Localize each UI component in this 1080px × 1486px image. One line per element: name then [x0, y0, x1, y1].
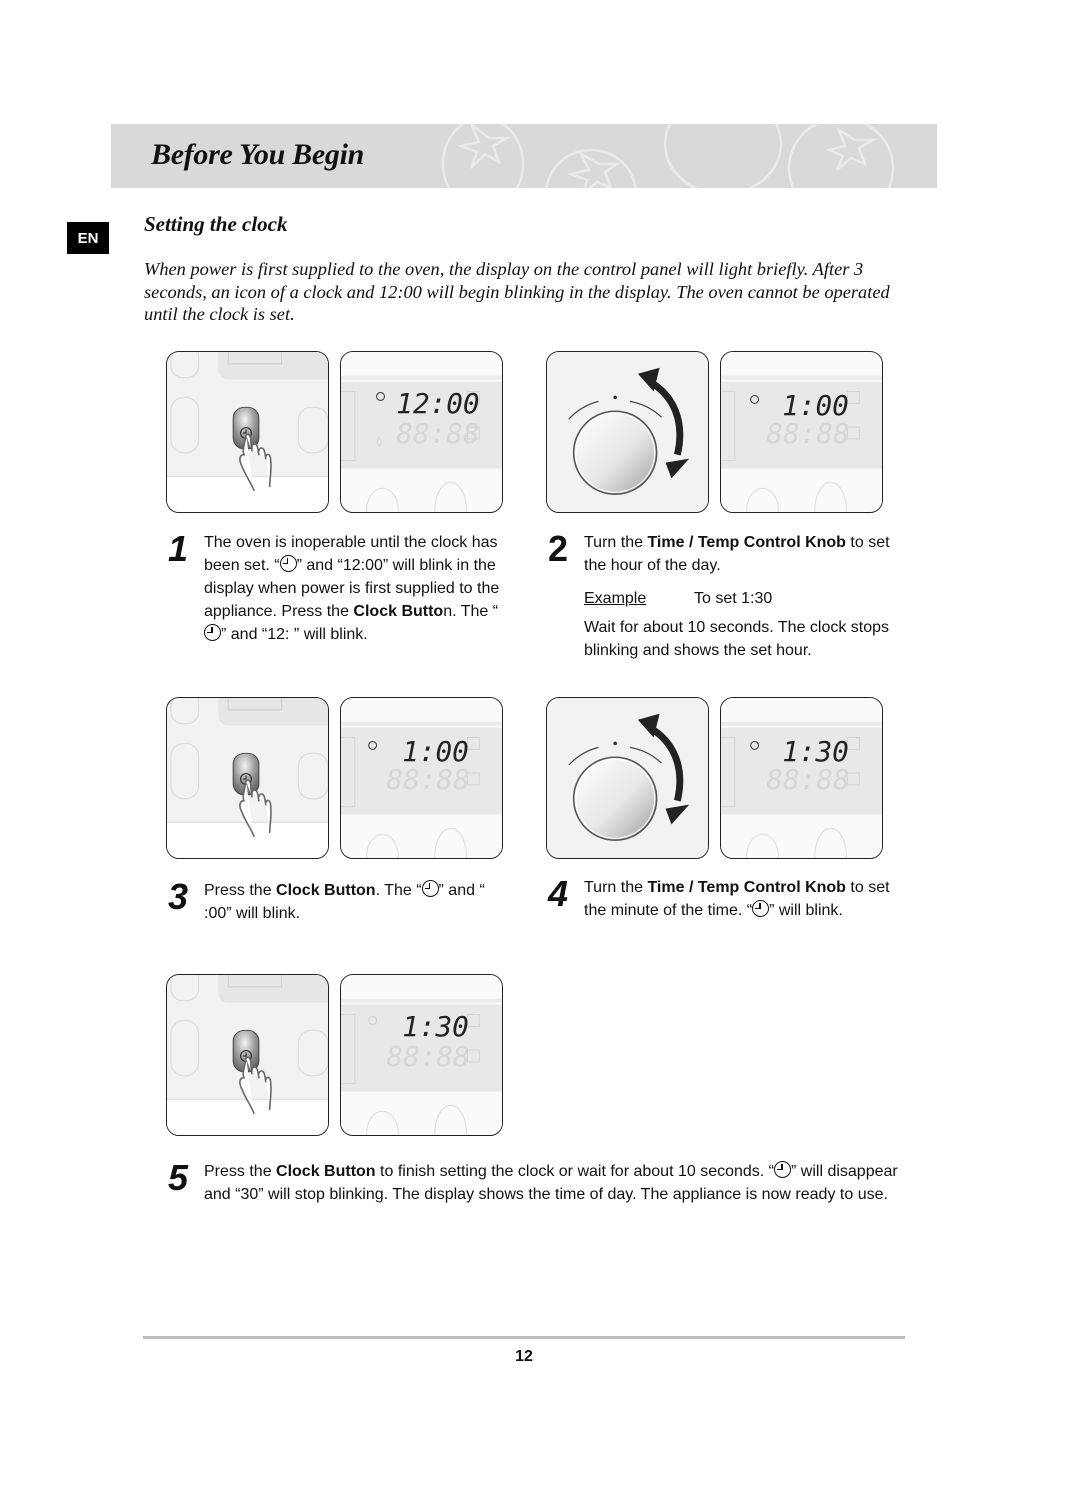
- example-row: Example To set 1:30: [584, 587, 899, 610]
- step-text: Turn the Time / Temp Control Knob to set…: [584, 879, 890, 919]
- step-4: 4 Turn the Time / Temp Control Knob to s…: [548, 873, 898, 951]
- illustration-step5-display: 88:88 1:30: [340, 974, 503, 1136]
- step-5: 5 Press the Clock Button to finish setti…: [168, 1157, 908, 1232]
- step-1: 1 The oven is inoperable until the clock…: [168, 528, 513, 671]
- section-title: Setting the clock: [144, 212, 288, 236]
- inactive-digits: 88:88: [396, 417, 479, 450]
- control-knob-turn-icon: [547, 352, 708, 512]
- step-text: Press the Clock Button to finish setting…: [204, 1161, 898, 1203]
- tomato-decoration-icon: [441, 124, 895, 188]
- illustration-step4-display: 88:88 1:30: [720, 697, 883, 859]
- illustration-step2-knob: [546, 351, 709, 513]
- oven-display-icon: 88:88 1:00: [341, 698, 502, 858]
- clock-icon: [421, 880, 439, 897]
- illustration-step3-button: [166, 697, 329, 859]
- step-number: 4: [548, 873, 569, 914]
- page-number: 12: [515, 1348, 533, 1365]
- svg-text:◊: ◊: [377, 435, 383, 448]
- display-time: 1:00: [402, 735, 469, 768]
- clock-button-press-icon: [167, 975, 328, 1135]
- display-time: 1:30: [782, 735, 849, 768]
- step-text: Turn the Time / Temp Control Knob to set…: [584, 531, 899, 662]
- page-title: Before You Begin: [151, 138, 364, 171]
- illustration-step5-button: [166, 974, 329, 1136]
- clock-icon: [204, 624, 221, 641]
- illustration-step2-display: 88:88 1:00: [720, 351, 883, 513]
- language-badge: EN: [67, 222, 109, 254]
- step-3: 3 Press the Clock Button. The “” and “ :…: [168, 876, 513, 939]
- oven-display-icon: ◊ 88:88 12:00: [341, 352, 502, 512]
- intro-paragraph: When power is first supplied to the oven…: [144, 259, 890, 324]
- example-label: Example: [584, 590, 647, 607]
- step-text: The oven is inoperable until the clock h…: [204, 534, 500, 643]
- illustration-step1-button: [166, 351, 329, 513]
- inactive-digits: 88:88: [386, 1040, 469, 1073]
- clock-icon: [774, 1161, 792, 1178]
- illustration-step3-display: 88:88 1:00: [340, 697, 503, 859]
- oven-display-icon: 88:88 1:00: [721, 352, 882, 512]
- step-note: Wait for about 10 seconds. The clock sto…: [584, 619, 890, 659]
- illustration-step1-display: ◊ 88:88 12:00: [340, 351, 503, 513]
- example-value: To set 1:30: [694, 590, 773, 607]
- step-text: Press the Clock Button. The “” and “ :00…: [204, 880, 485, 922]
- control-knob-turn-icon: [547, 698, 708, 858]
- clock-button-press-icon: [167, 352, 328, 512]
- display-time: 12:00: [396, 387, 479, 420]
- step-number: 3: [168, 876, 189, 917]
- display-time: 1:30: [402, 1010, 469, 1043]
- illustration-step4-knob: [546, 697, 709, 859]
- clock-icon: [752, 900, 770, 917]
- step-number: 1: [168, 528, 189, 569]
- oven-display-icon: 88:88 1:30: [341, 975, 502, 1135]
- clock-icon: [279, 555, 297, 572]
- step-number: 5: [168, 1157, 189, 1198]
- display-time: 1:00: [782, 389, 849, 422]
- oven-display-icon: 88:88 1:30: [721, 698, 882, 858]
- clock-button-press-icon: [167, 698, 328, 858]
- footer-divider: [143, 1336, 905, 1339]
- header-band: Before You Begin: [111, 124, 937, 188]
- step-number: 2: [548, 528, 569, 569]
- step-2: 2 Turn the Time / Temp Control Knob to s…: [548, 528, 899, 671]
